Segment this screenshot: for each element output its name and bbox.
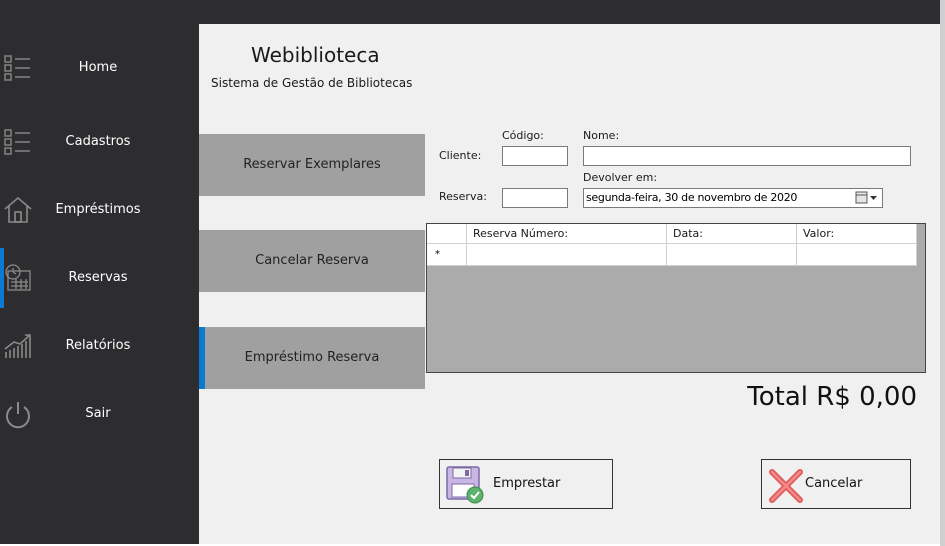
save-check-icon (446, 466, 484, 504)
reserva-field[interactable] (502, 188, 568, 208)
list-icon (4, 129, 30, 155)
app-title: Webiblioteca (251, 43, 380, 67)
reservations-grid[interactable]: Reserva Número: Data: Valor: * (426, 223, 926, 373)
house-icon (4, 196, 32, 223)
column-header-reserva-numero[interactable]: Reserva Número: (467, 224, 667, 244)
button-label: Cancelar (805, 476, 863, 491)
calendar-clock-icon (5, 264, 31, 291)
sidebar-item-home[interactable]: Home (0, 38, 199, 98)
sidebar-item-label: Sair (85, 406, 111, 421)
sidebar-item-label: Cadastros (65, 134, 131, 149)
emprestar-button[interactable]: Emprestar (439, 459, 613, 509)
reserva-label: Reserva: (439, 190, 487, 203)
nome-field[interactable] (583, 146, 911, 166)
new-row-cell[interactable] (667, 244, 797, 266)
new-row-marker: * (427, 244, 467, 266)
column-header-data[interactable]: Data: (667, 224, 797, 244)
cancelar-reserva-button[interactable]: Cancelar Reserva (199, 230, 425, 292)
sidebar-item-sair[interactable]: Sair (0, 384, 199, 444)
cliente-label: Cliente: (439, 149, 482, 162)
column-header-valor[interactable]: Valor: (797, 224, 917, 244)
codigo-field[interactable] (502, 146, 568, 166)
chart-up-icon (4, 334, 31, 358)
reservar-exemplares-button[interactable]: Reservar Exemplares (199, 134, 425, 196)
emprestimo-reserva-button[interactable]: Empréstimo Reserva (199, 327, 425, 389)
window-top-bar (0, 0, 945, 24)
total-label: Total R$ 0,00 (747, 382, 917, 412)
power-icon (6, 402, 30, 429)
new-row-cell[interactable] (797, 244, 917, 266)
calendar-dropdown-icon[interactable] (855, 191, 879, 205)
cancelar-button[interactable]: Cancelar (761, 459, 911, 509)
button-label: Emprestar (493, 476, 561, 491)
list-icon (4, 55, 30, 81)
button-label: Cancelar Reserva (255, 253, 369, 268)
sidebar-item-label: Empréstimos (55, 202, 141, 217)
sidebar-item-emprestimos[interactable]: Empréstimos (0, 180, 199, 240)
row-header-corner (427, 224, 467, 244)
button-label: Empréstimo Reserva (244, 350, 380, 365)
sidebar-item-label: Home (78, 60, 118, 75)
codigo-label: Código: (502, 129, 544, 142)
sidebar-item-reservas[interactable]: Reservas (0, 248, 199, 308)
window-right-edge (940, 0, 945, 546)
button-label: Reservar Exemplares (243, 157, 381, 172)
sidebar-item-label: Reservas (68, 270, 128, 285)
app-subtitle: Sistema de Gestão de Bibliotecas (211, 76, 413, 90)
sidebar-item-label: Relatórios (65, 338, 131, 353)
date-value: segunda-feira, 30 de novembro de 2020 (586, 191, 798, 204)
sidebar: Home Cadastros Empréstimos Reservas Rela… (0, 24, 199, 544)
new-row-cell[interactable] (467, 244, 667, 266)
devolver-label: Devolver em: (583, 171, 658, 184)
nome-label: Nome: (583, 129, 620, 142)
x-cancel-icon (769, 469, 803, 503)
devolver-date-picker[interactable]: segunda-feira, 30 de novembro de 2020 (583, 188, 883, 208)
active-indicator (199, 327, 205, 389)
main-panel: Webiblioteca Sistema de Gestão de Biblio… (199, 24, 940, 544)
sidebar-item-cadastros[interactable]: Cadastros (0, 112, 199, 172)
sidebar-item-relatorios[interactable]: Relatórios (0, 316, 199, 376)
